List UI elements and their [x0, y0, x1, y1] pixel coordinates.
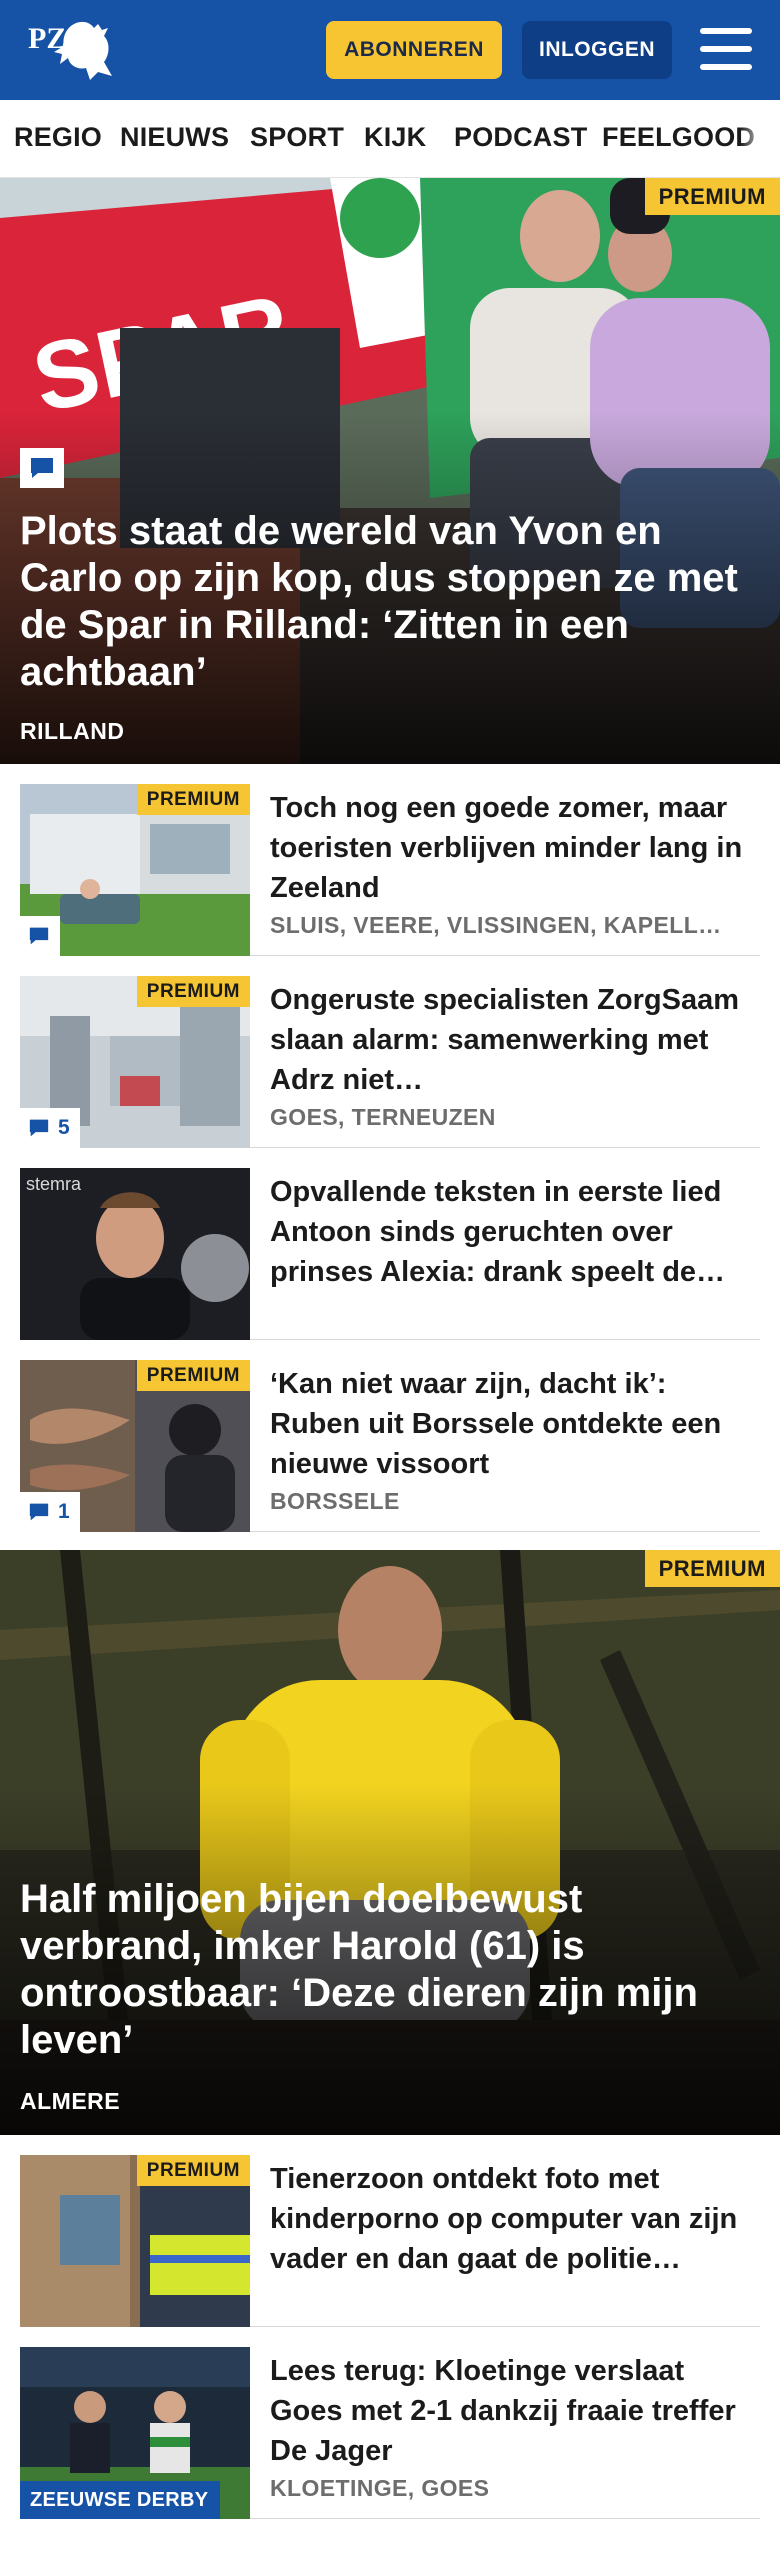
hero-headline[interactable]: Plots staat de wereld van Yvon en Carlo …	[20, 508, 760, 696]
list-item[interactable]: PREMIUM 1 ‘Kan niet waar zijn, dacht ik’…	[20, 1360, 760, 1532]
article-location: SLUIS, VEERE, VLISSINGEN, KAPELL…	[270, 912, 722, 938]
list-item[interactable]: PREMIUM Toch nog een goede zomer, maar t…	[20, 784, 760, 956]
premium-badge: PREMIUM	[136, 2155, 250, 2186]
nav-item-podcast[interactable]: PODCAST	[454, 122, 587, 153]
premium-badge: PREMIUM	[644, 1550, 780, 1587]
premium-badge: PREMIUM	[136, 976, 250, 1007]
section-nav: REGIO NIEUWS SPORT KIJK PODCAST FEELGOOD	[0, 100, 780, 178]
hero-location: ALMERE	[20, 2088, 121, 2114]
list-item[interactable]: PREMIUM Tienerzoon ontdekt foto met kind…	[20, 2155, 760, 2327]
list-item[interactable]: ZEEUWSE DERBY Lees terug: Kloetinge vers…	[20, 2347, 760, 2519]
comment-icon	[29, 1119, 49, 1137]
article-title[interactable]: Ongeruste specialisten ZorgSaam slaan al…	[270, 980, 760, 1100]
nav-item-kijk[interactable]: KIJK	[364, 122, 426, 153]
top-bar: PZC ABONNEREN INLOGGEN	[0, 0, 780, 100]
article-location: KLOETINGE, GOES	[270, 2475, 490, 2501]
article-title[interactable]: Lees terug: Kloetinge verslaat Goes met …	[270, 2351, 760, 2471]
article-title[interactable]: Toch nog een goede zomer, maar toeristen…	[270, 788, 760, 908]
nav-item-feelgood[interactable]: FEELGOOD	[602, 122, 755, 153]
article-title[interactable]: Tienerzoon ontdekt foto met kinderporno …	[270, 2159, 760, 2279]
article-thumbnail: stemra	[20, 1168, 250, 1340]
hero-location: RILLAND	[20, 718, 125, 744]
article-thumbnail: PREMIUM 1	[20, 1360, 250, 1532]
comment-icon	[29, 1503, 49, 1521]
comment-icon	[29, 927, 49, 945]
article-thumbnail: PREMIUM 5	[20, 976, 250, 1148]
hero-headline[interactable]: Half miljoen bijen doelbewust verbrand, …	[20, 1876, 760, 2064]
subscribe-button[interactable]: ABONNEREN	[326, 21, 502, 79]
svg-text:stemra: stemra	[26, 1174, 82, 1194]
article-location: GOES, TERNEUZEN	[270, 1104, 496, 1130]
list-item[interactable]: PREMIUM 5 Ongeruste specialisten ZorgSaa…	[20, 976, 760, 1148]
premium-badge: PREMIUM	[136, 784, 250, 815]
nav-item-nieuws[interactable]: NIEUWS	[120, 122, 229, 153]
comment-icon	[20, 448, 64, 488]
nav-item-sport[interactable]: SPORT	[250, 122, 344, 153]
article-title[interactable]: ‘Kan niet waar zijn, dacht ik’: Ruben ui…	[270, 1364, 760, 1484]
comment-count-value: 1	[58, 1500, 70, 1523]
pzc-logo[interactable]: PZC	[24, 14, 120, 86]
menu-icon[interactable]	[700, 26, 752, 72]
comment-count	[20, 916, 60, 956]
premium-badge: PREMIUM	[644, 178, 780, 215]
article-title[interactable]: Opvallende teksten in eerste lied Antoon…	[270, 1172, 760, 1292]
hero-article-spar[interactable]: SPAR PREMIUM Plots staat de wereld van Y…	[0, 178, 780, 764]
comment-count: 1	[20, 1492, 80, 1532]
hero-article-bees[interactable]: PREMIUM Half miljoen bijen doelbewust ve…	[0, 1550, 780, 2135]
comment-count-value: 5	[58, 1116, 70, 1139]
login-button[interactable]: INLOGGEN	[522, 21, 672, 79]
article-thumbnail: ZEEUWSE DERBY	[20, 2347, 250, 2519]
nav-scroll-fade	[740, 100, 780, 177]
article-thumbnail: PREMIUM	[20, 784, 250, 956]
category-tag: ZEEUWSE DERBY	[20, 2481, 221, 2519]
comment-count: 5	[20, 1108, 80, 1148]
list-item[interactable]: stemra Opvallende teksten in eerste lied…	[20, 1168, 760, 1340]
nav-item-regio[interactable]: REGIO	[14, 122, 102, 153]
article-location: BORSSELE	[270, 1488, 400, 1514]
premium-badge: PREMIUM	[136, 1360, 250, 1391]
article-thumbnail: PREMIUM	[20, 2155, 250, 2327]
